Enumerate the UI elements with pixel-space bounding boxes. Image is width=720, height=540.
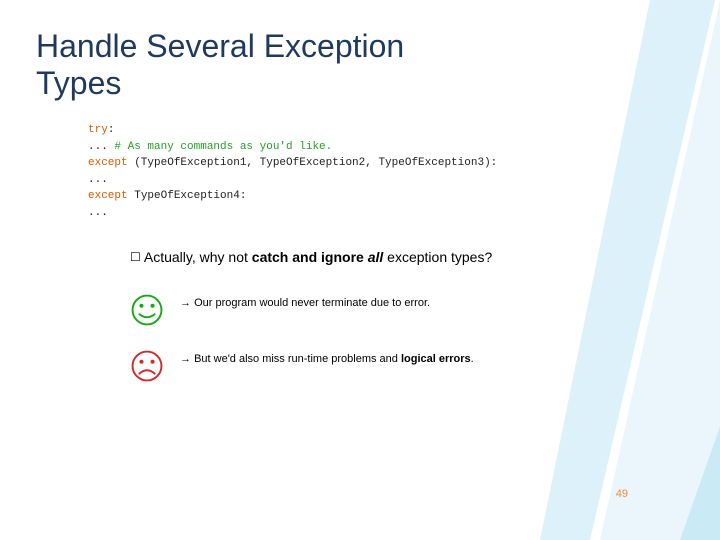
bullet-marker: ☐ bbox=[130, 250, 141, 264]
frown-icon bbox=[130, 349, 164, 383]
code-block: try: ... # As many commands as you'd lik… bbox=[88, 122, 497, 221]
bullet-question: ☐ Actually, why not catch and ignore all… bbox=[130, 248, 560, 267]
page-number: 49 bbox=[616, 488, 628, 500]
point-con-text: → But we'd also miss run-time problems a… bbox=[180, 349, 474, 368]
point-pro: → Our program would never terminate due … bbox=[130, 293, 560, 327]
smiley-icon bbox=[130, 293, 164, 327]
point-pro-text: → Our program would never terminate due … bbox=[180, 293, 430, 312]
content-area: ☐ Actually, why not catch and ignore all… bbox=[130, 248, 560, 405]
slide-title: Handle Several Exception Types bbox=[36, 28, 456, 102]
background-decoration bbox=[540, 0, 720, 540]
point-con: → But we'd also miss run-time problems a… bbox=[130, 349, 560, 383]
